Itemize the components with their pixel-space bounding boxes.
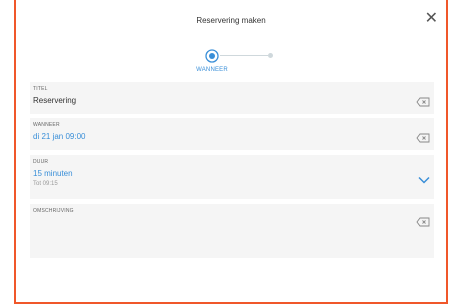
duration-field-value[interactable]: 15 minuten <box>33 169 73 178</box>
title-field-value[interactable]: Reservering <box>33 96 76 105</box>
step-wanneer-icon[interactable] <box>205 49 219 63</box>
clear-icon[interactable] <box>416 130 430 148</box>
when-field-label: WANNEER <box>33 122 60 128</box>
clear-icon[interactable] <box>416 94 430 112</box>
description-field-label: OMSCHRIJVING <box>33 208 74 214</box>
title-field[interactable]: TITEL Reservering <box>30 82 434 114</box>
dialog: Reservering maken ✕ WANNEER TITEL Reserv… <box>14 0 448 304</box>
title-field-label: TITEL <box>33 86 48 92</box>
clear-icon[interactable] <box>416 214 430 232</box>
stepper: WANNEER <box>16 0 446 80</box>
chevron-down-icon[interactable] <box>418 171 430 189</box>
stepper-connector <box>220 55 268 56</box>
when-field-value[interactable]: di 21 jan 09:00 <box>33 132 86 141</box>
duration-field[interactable]: DUUR 15 minuten Tot 09:15 <box>30 155 434 199</box>
step-next-icon <box>268 53 273 58</box>
duration-field-sub: Tot 09:15 <box>33 181 58 187</box>
when-field[interactable]: WANNEER di 21 jan 09:00 <box>30 118 434 150</box>
duration-field-label: DUUR <box>33 159 49 165</box>
description-field[interactable]: OMSCHRIJVING <box>30 204 434 258</box>
step-wanneer-label: WANNEER <box>196 67 228 73</box>
